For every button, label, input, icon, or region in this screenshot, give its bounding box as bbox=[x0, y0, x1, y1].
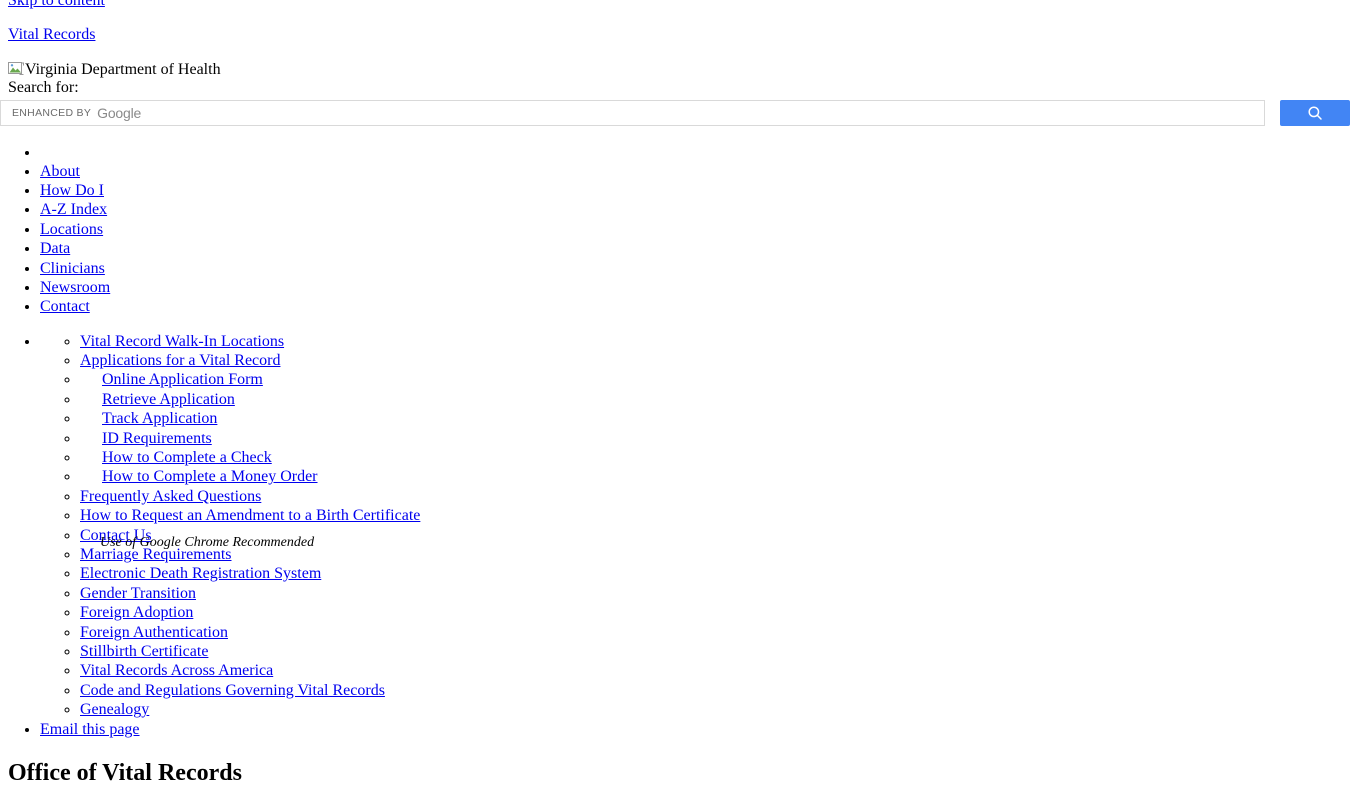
section-nav-link[interactable]: Code and Regulations Governing Vital Rec… bbox=[80, 682, 385, 699]
section-nav-link[interactable]: How to Complete a Money Order bbox=[102, 468, 318, 485]
section-nav-item: How to Request an Amendment to a Birth C… bbox=[80, 507, 1366, 525]
primary-nav-item: Clinicians bbox=[40, 260, 1366, 278]
section-nav-link[interactable]: ID Requirements bbox=[102, 430, 212, 447]
primary-nav-link[interactable]: How Do I bbox=[40, 182, 104, 199]
primary-nav-item: Locations bbox=[40, 221, 1366, 239]
primary-nav-item: How Do I bbox=[40, 182, 1366, 200]
primary-nav-link[interactable]: Clinicians bbox=[40, 260, 105, 277]
site-title-row: Vital Records bbox=[0, 26, 1366, 44]
section-nav-item: Vital Records Across America bbox=[80, 662, 1366, 680]
section-nav-item: Retrieve Application bbox=[80, 391, 1366, 409]
chrome-recommended-note: Use of Google Chrome Recommended bbox=[100, 535, 315, 550]
primary-nav-link[interactable]: Newsroom bbox=[40, 279, 110, 296]
logo-row: Virginia Department of Health bbox=[0, 61, 1366, 79]
logo-alt-text: Virginia Department of Health bbox=[25, 60, 221, 78]
page-root: Skip to content Vital Records Virginia D… bbox=[0, 0, 1366, 808]
section-nav-link[interactable]: Vital Record Walk-In Locations bbox=[80, 333, 284, 350]
section-nav-item: ID Requirements bbox=[80, 430, 1366, 448]
section-nav-item: Foreign Authentication bbox=[80, 624, 1366, 642]
primary-nav-link[interactable]: Data bbox=[40, 240, 70, 257]
section-nav-link[interactable]: Online Application Form bbox=[102, 371, 263, 388]
section-nav-link[interactable]: Applications for a Vital Record bbox=[80, 352, 280, 369]
site-title-link[interactable]: Vital Records bbox=[8, 26, 95, 43]
section-nav-link[interactable]: Vital Records Across America bbox=[80, 662, 273, 679]
search-icon bbox=[1306, 104, 1324, 122]
section-nav-item: How to Complete a Money Order bbox=[80, 468, 1366, 486]
section-nav-item: Electronic Death Registration System bbox=[80, 565, 1366, 583]
section-nav-item: How to Complete a Check bbox=[80, 449, 1366, 467]
section-nav-link[interactable]: Track Application bbox=[102, 410, 217, 427]
section-nav-item: Online Application Form bbox=[80, 371, 1366, 389]
section-nav-link[interactable]: Stillbirth Certificate bbox=[80, 643, 208, 660]
search-submit-button[interactable] bbox=[1280, 99, 1350, 126]
section-nav-item: Foreign Adoption bbox=[80, 604, 1366, 622]
section-nav-link[interactable]: Genealogy bbox=[80, 701, 149, 718]
section-nav-item: Stillbirth Certificate bbox=[80, 643, 1366, 661]
search-input[interactable] bbox=[0, 99, 1265, 126]
section-nav-item: Frequently Asked Questions bbox=[80, 488, 1366, 506]
section-nav-link[interactable]: How to Complete a Check bbox=[102, 449, 272, 466]
email-this-page-link[interactable]: Email this page bbox=[40, 721, 140, 738]
primary-nav-link[interactable]: A-Z Index bbox=[40, 201, 107, 218]
section-nav-item: Code and Regulations Governing Vital Rec… bbox=[80, 682, 1366, 700]
section-nav-link[interactable]: Retrieve Application bbox=[102, 391, 235, 408]
primary-nav-item: Newsroom bbox=[40, 279, 1366, 297]
section-nav-sublist: Vital Record Walk-In Locations Applicatio… bbox=[40, 333, 1366, 720]
section-nav-link[interactable]: Gender Transition bbox=[80, 585, 196, 602]
primary-nav-item: A-Z Index bbox=[40, 201, 1366, 219]
search-row: ENHANCED BY Google bbox=[0, 99, 1366, 128]
primary-nav-item: About bbox=[40, 163, 1366, 181]
page-title: Office of Vital Records bbox=[8, 759, 242, 786]
primary-nav-item: Data bbox=[40, 240, 1366, 258]
section-nav-link[interactable]: Electronic Death Registration System bbox=[80, 565, 321, 582]
section-nav-item: Gender Transition bbox=[80, 585, 1366, 603]
section-nav-link[interactable]: Foreign Authentication bbox=[80, 624, 228, 641]
section-nav-item: Vital Record Walk-In Locations bbox=[80, 333, 1366, 351]
section-nav-item: Track Application bbox=[80, 410, 1366, 428]
section-nav-group: Vital Record Walk-In Locations Applicatio… bbox=[40, 333, 1366, 720]
section-nav-link[interactable]: Frequently Asked Questions bbox=[80, 488, 261, 505]
search-label: Search for: bbox=[8, 79, 79, 97]
skip-to-content-row: Skip to content bbox=[0, 0, 1366, 10]
primary-nav-link[interactable]: Contact bbox=[40, 298, 90, 315]
section-nav-link[interactable]: Foreign Adoption bbox=[80, 604, 193, 621]
primary-nav-item-empty bbox=[40, 144, 1366, 162]
primary-nav-item: Contact bbox=[40, 298, 1366, 316]
primary-nav: About How Do I A-Z Index Locations Data Clini… bbox=[0, 144, 1366, 317]
skip-to-content-link[interactable]: Skip to content bbox=[8, 0, 105, 9]
section-nav-item: Genealogy bbox=[80, 701, 1366, 719]
email-this-page-item: Email this page bbox=[40, 721, 1366, 739]
primary-nav-link[interactable]: Locations bbox=[40, 221, 103, 238]
broken-image-icon bbox=[8, 61, 24, 77]
primary-nav-link[interactable]: About bbox=[40, 163, 80, 180]
section-nav-link[interactable]: How to Request an Amendment to a Birth C… bbox=[80, 507, 420, 524]
section-nav-item: Applications for a Vital Record bbox=[80, 352, 1366, 370]
